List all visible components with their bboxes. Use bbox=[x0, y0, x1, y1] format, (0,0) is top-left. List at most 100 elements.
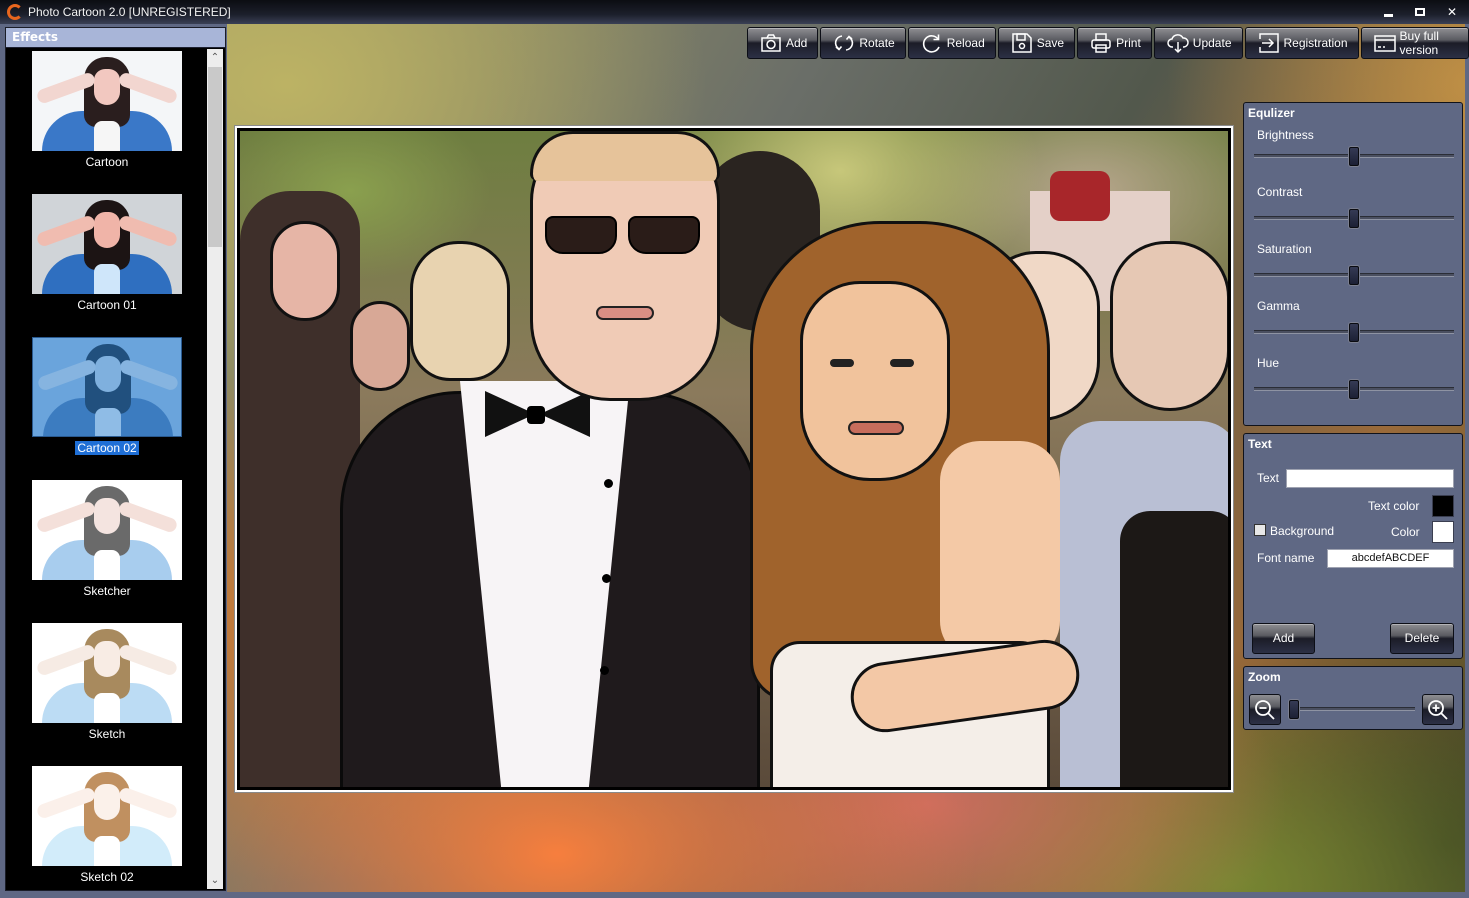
rotate-button[interactable]: Rotate bbox=[820, 27, 906, 59]
zoom-slider-thumb[interactable] bbox=[1289, 700, 1299, 719]
woman-eye bbox=[830, 359, 854, 367]
title-bar: Photo Cartoon 2.0 [UNREGISTERED] ✕ bbox=[0, 0, 1469, 24]
floppy-disk-icon bbox=[1011, 32, 1033, 54]
camera-icon bbox=[760, 32, 782, 54]
crowd-red-shirt bbox=[1050, 171, 1110, 221]
save-button[interactable]: Save bbox=[997, 27, 1076, 59]
minimize-button[interactable] bbox=[1381, 5, 1395, 19]
zoom-in-button[interactable] bbox=[1422, 694, 1454, 725]
hue-slider-thumb[interactable] bbox=[1349, 380, 1359, 399]
effect-thumbnail bbox=[32, 337, 182, 437]
gamma-slider-thumb[interactable] bbox=[1349, 323, 1359, 342]
brightness-label: Brightness bbox=[1257, 128, 1314, 142]
effects-header: Effects bbox=[6, 28, 225, 48]
window-title: Photo Cartoon 2.0 [UNREGISTERED] bbox=[28, 5, 231, 19]
update-button-label: Update bbox=[1192, 36, 1232, 50]
image-canvas-frame bbox=[234, 125, 1234, 793]
chevron-down-icon: ⌄ bbox=[210, 875, 220, 886]
bowtie-knot bbox=[527, 406, 545, 424]
reload-button-label: Reload bbox=[946, 36, 985, 50]
sunglasses-right bbox=[628, 216, 700, 254]
saturation-slider[interactable] bbox=[1254, 266, 1454, 285]
effect-item-sketcher[interactable]: Sketcher bbox=[32, 480, 182, 599]
save-button-label: Save bbox=[1036, 36, 1065, 50]
gamma-slider[interactable] bbox=[1254, 323, 1454, 342]
window-controls: ✕ bbox=[1381, 0, 1459, 24]
zoom-out-button[interactable] bbox=[1249, 694, 1281, 725]
gamma-label: Gamma bbox=[1257, 299, 1300, 313]
chevron-up-icon: ⌃ bbox=[210, 52, 220, 63]
brightness-slider-thumb[interactable] bbox=[1349, 147, 1359, 166]
delete-text-button[interactable]: Delete bbox=[1390, 623, 1454, 654]
effect-label-selected: Cartoon 02 bbox=[75, 441, 139, 455]
app-logo-icon bbox=[7, 4, 23, 20]
close-icon: ✕ bbox=[1446, 5, 1458, 19]
shirt-stud bbox=[602, 574, 611, 583]
crowd-face-far-right bbox=[1110, 241, 1228, 411]
minimize-icon bbox=[1383, 13, 1393, 17]
buy-full-version-button[interactable]: Buy full version bbox=[1360, 27, 1469, 59]
shirt-stud bbox=[600, 666, 609, 675]
print-button[interactable]: Print bbox=[1077, 27, 1152, 59]
shirt-stud bbox=[604, 479, 613, 488]
contrast-slider[interactable] bbox=[1254, 209, 1454, 228]
saturation-slider-thumb[interactable] bbox=[1349, 266, 1359, 285]
man-hair bbox=[530, 131, 720, 181]
text-panel-title: Text bbox=[1248, 437, 1272, 451]
maximize-button[interactable] bbox=[1413, 5, 1427, 19]
effect-label: Sketch 02 bbox=[80, 870, 134, 884]
cartoon-photo[interactable] bbox=[237, 128, 1231, 790]
add-button-label: Add bbox=[786, 36, 808, 50]
zoom-panel-title: Zoom bbox=[1248, 670, 1281, 684]
crowd-face-blonde bbox=[410, 241, 510, 381]
buy-full-version-button-label: Buy full version bbox=[1399, 29, 1439, 57]
add-text-button[interactable]: Add bbox=[1252, 623, 1315, 654]
effect-item-sketch-02[interactable]: Sketch 02 bbox=[32, 766, 182, 885]
text-input[interactable] bbox=[1286, 469, 1454, 488]
effects-panel: Effects Cartoon Cartoon 01 Cartoon 02 Sk… bbox=[5, 27, 226, 891]
brightness-slider[interactable] bbox=[1254, 147, 1454, 166]
font-name-selector[interactable]: abcdefABCDEF bbox=[1327, 549, 1454, 568]
contrast-label: Contrast bbox=[1257, 185, 1303, 199]
hue-label: Hue bbox=[1257, 356, 1280, 370]
background-label: Background bbox=[1270, 524, 1335, 538]
crowd-face-left-2 bbox=[350, 301, 410, 391]
close-button[interactable]: ✕ bbox=[1445, 5, 1459, 19]
font-name-label: Font name bbox=[1257, 551, 1315, 565]
effect-item-cartoon-01[interactable]: Cartoon 01 bbox=[32, 194, 182, 313]
registration-button[interactable]: Registration bbox=[1244, 27, 1359, 59]
reload-button[interactable]: Reload bbox=[907, 27, 996, 59]
woman-shoulder bbox=[940, 441, 1060, 661]
cartoon-photo-content bbox=[240, 131, 1228, 787]
rotate-icon bbox=[833, 32, 855, 54]
scroll-up-button[interactable]: ⌃ bbox=[207, 49, 223, 66]
background-color-swatch[interactable] bbox=[1432, 521, 1454, 543]
effect-label: Sketch bbox=[88, 727, 126, 741]
background-checkbox[interactable] bbox=[1254, 524, 1266, 536]
text-color-swatch[interactable] bbox=[1432, 495, 1454, 517]
scroll-down-button[interactable]: ⌄ bbox=[207, 872, 223, 889]
effects-scrollbar[interactable]: ⌃ ⌄ bbox=[207, 49, 223, 889]
effect-label: Sketcher bbox=[83, 584, 131, 598]
zoom-out-icon bbox=[1255, 699, 1275, 720]
hue-slider[interactable] bbox=[1254, 380, 1454, 399]
effect-thumbnail bbox=[32, 51, 182, 151]
update-button[interactable]: Update bbox=[1153, 27, 1243, 59]
effect-item-cartoon-02[interactable]: Cartoon 02 bbox=[32, 337, 182, 456]
reload-icon bbox=[921, 32, 943, 54]
main-toolbar: Add Rotate Reload Save Print Update Regi… bbox=[747, 27, 1469, 59]
scroll-thumb[interactable] bbox=[208, 67, 222, 247]
saturation-label: Saturation bbox=[1257, 242, 1312, 256]
effect-item-cartoon[interactable]: Cartoon bbox=[32, 51, 182, 170]
app-window: Photo Cartoon 2.0 [UNREGISTERED] ✕ Effec… bbox=[0, 0, 1469, 898]
cloud-download-icon bbox=[1167, 32, 1189, 54]
crowd-face-left bbox=[270, 221, 340, 321]
effect-thumbnail bbox=[32, 623, 182, 723]
add-button[interactable]: Add bbox=[747, 27, 819, 59]
color-label: Color bbox=[1391, 525, 1420, 539]
woman-eye bbox=[890, 359, 914, 367]
effect-item-sketch[interactable]: Sketch bbox=[32, 623, 182, 742]
woman-face bbox=[800, 281, 950, 481]
contrast-slider-thumb[interactable] bbox=[1349, 209, 1359, 228]
zoom-slider[interactable] bbox=[1289, 700, 1415, 719]
